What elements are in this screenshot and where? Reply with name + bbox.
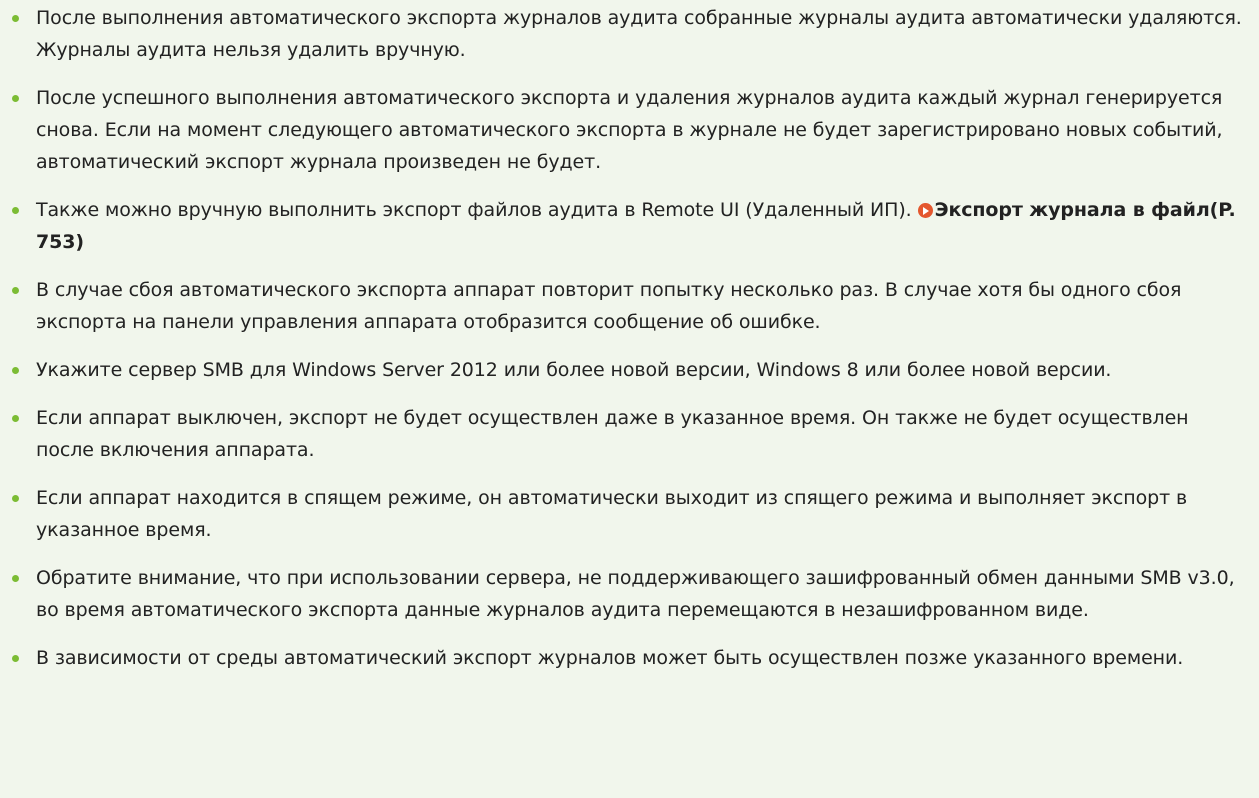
note-text: Если аппарат находится в спящем режиме, … (36, 487, 1188, 541)
note-item-7: Если аппарат находится в спящем режиме, … (0, 482, 1259, 546)
note-text: В случае сбоя автоматического экспорта а… (36, 279, 1182, 333)
note-text: После успешного выполнения автоматическо… (36, 87, 1223, 173)
bullet-icon (12, 655, 19, 662)
note-item-8: Обратите внимание, что при использовании… (0, 562, 1259, 626)
note-item-4: В случае сбоя автоматического экспорта а… (0, 274, 1259, 338)
note-text: Обратите внимание, что при использовании… (36, 567, 1235, 621)
note-item-3: Также можно вручную выполнить экспорт фа… (0, 194, 1259, 258)
bullet-icon (12, 95, 19, 102)
bullet-icon (12, 575, 19, 582)
arrow-circle-link-icon[interactable] (917, 203, 933, 218)
note-text: Если аппарат выключен, экспорт не будет … (36, 407, 1189, 461)
note-item-2: После успешного выполнения автоматическо… (0, 82, 1259, 178)
note-item-9: В зависимости от среды автоматический эк… (0, 642, 1259, 674)
note-text: Укажите сервер SMB для Windows Server 20… (36, 359, 1112, 381)
note-item-5: Укажите сервер SMB для Windows Server 20… (0, 354, 1259, 386)
bullet-icon (12, 367, 19, 374)
note-text: После выполнения автоматического экспорт… (36, 7, 1242, 61)
bullet-icon (12, 415, 19, 422)
bullet-icon (12, 287, 19, 294)
note-text: В зависимости от среды автоматический эк… (36, 647, 1184, 669)
note-text: Также можно вручную выполнить экспорт фа… (36, 199, 912, 221)
note-item-6: Если аппарат выключен, экспорт не будет … (0, 402, 1259, 466)
note-item-1: После выполнения автоматического экспорт… (0, 2, 1259, 66)
bullet-icon (12, 495, 19, 502)
bullet-icon (12, 207, 19, 214)
notes-list: После выполнения автоматического экспорт… (0, 2, 1259, 674)
notes-panel: После выполнения автоматического экспорт… (0, 2, 1259, 798)
bullet-icon (12, 15, 19, 22)
